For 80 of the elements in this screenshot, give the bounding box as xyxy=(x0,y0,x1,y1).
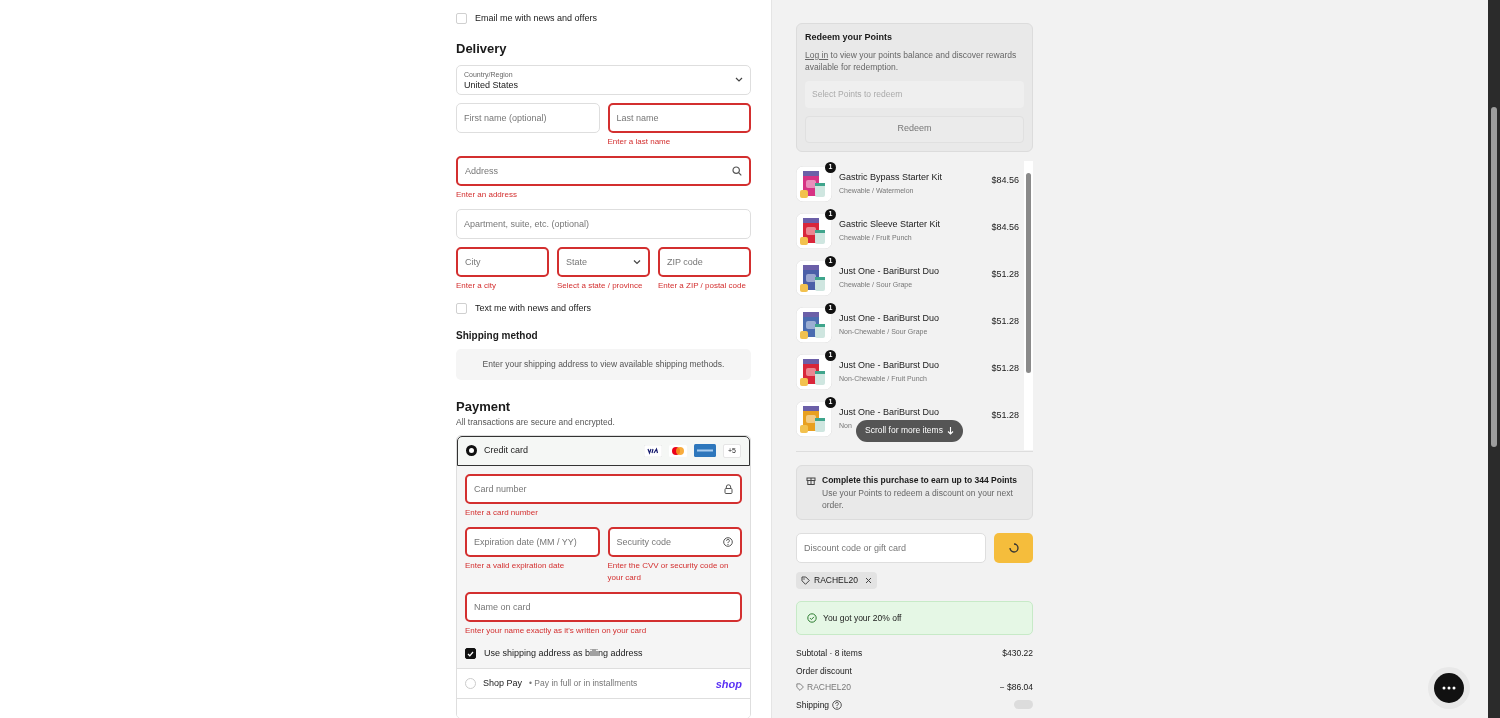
product-price: $51.28 xyxy=(991,408,1019,422)
input-field[interactable]: Last name xyxy=(607,102,751,133)
discount-code: RACHEL20 xyxy=(807,680,851,694)
product-name: Gastric Bypass Starter Kit xyxy=(839,170,943,184)
input-field[interactable]: Card number xyxy=(465,473,742,504)
product-name: Just One - BariBurst Duo xyxy=(839,358,940,372)
radio-button[interactable] xyxy=(466,445,477,457)
error-message: Enter the CVV or security code on your card xyxy=(607,559,730,584)
section-heading: Shipping method xyxy=(456,329,539,342)
check-icon xyxy=(467,650,474,657)
spinner-icon xyxy=(1008,543,1019,554)
summary-value: $430.22 xyxy=(1002,647,1033,660)
arrow-down-icon xyxy=(946,426,954,435)
close-icon xyxy=(864,577,872,585)
card-description: Log in to view your points balance and discover rewards available for redemption. xyxy=(805,48,1018,73)
checkbox-label: Email me with news and offers xyxy=(475,12,597,25)
tag-icon xyxy=(796,683,804,692)
chat-icon xyxy=(1442,686,1456,690)
summary-value: − $86.04 xyxy=(999,680,1033,694)
list-scrollbar[interactable] xyxy=(1024,160,1033,450)
section-subtitle: All transactions are secure and encrypted. xyxy=(456,416,616,429)
input-field[interactable]: Security code xyxy=(607,526,742,557)
product-price: $51.28 xyxy=(991,361,1019,375)
section-heading: Delivery xyxy=(456,40,508,57)
remove-button[interactable] xyxy=(864,577,872,585)
card-description: Use your Points to redeem a discount on your next order. xyxy=(822,487,1014,512)
shop-logo: shop xyxy=(715,676,742,692)
discount-field[interactable]: Discount code or gift card xyxy=(796,533,986,564)
select-field[interactable]: State xyxy=(557,246,650,277)
checkbox-label: Text me with news and offers xyxy=(475,301,591,315)
option-label: Shop Pay xyxy=(483,677,523,690)
error-message: Enter an address xyxy=(456,188,518,201)
product-price: $84.56 xyxy=(991,173,1019,187)
section-heading: Payment xyxy=(456,399,512,415)
error-message: Enter a last name xyxy=(607,135,672,148)
search-icon xyxy=(732,165,742,176)
scroll-hint[interactable]: Scroll for more items xyxy=(856,419,963,442)
card-title: Redeem your Points xyxy=(805,31,894,44)
error-message: Select a state / province xyxy=(557,279,644,292)
success-message: You got your 20% off xyxy=(823,611,902,625)
tag-label: RACHEL20 xyxy=(814,574,858,588)
lock-icon xyxy=(724,483,733,494)
card-logo-icon xyxy=(694,444,716,458)
product-price: $51.28 xyxy=(991,314,1019,328)
chevron-down-icon xyxy=(633,259,641,264)
summary-label: Subtotal · 8 items xyxy=(796,647,863,660)
gift-icon xyxy=(806,474,816,485)
scrollbar[interactable] xyxy=(1488,0,1500,718)
input-field[interactable]: Expiration date (MM / YY) xyxy=(465,526,600,557)
product-name: Gastric Sleeve Starter Kit xyxy=(839,217,941,231)
product-price: $51.28 xyxy=(991,267,1019,281)
product-price: $84.56 xyxy=(991,220,1019,234)
info-notice: Enter your shipping address to view available shipping methods. xyxy=(456,349,751,380)
card-title: Complete this purchase to earn up to 344 Points xyxy=(822,473,1019,487)
product-name: Just One - BariBurst Duo xyxy=(839,264,940,278)
error-message: Enter a card number xyxy=(465,506,539,519)
help-icon xyxy=(832,699,843,710)
input-field[interactable]: ZIP code xyxy=(658,246,751,277)
input-field[interactable]: Address xyxy=(456,155,751,186)
chevron-down-icon xyxy=(735,77,743,82)
tag-icon xyxy=(801,576,810,586)
checkbox[interactable] xyxy=(465,648,476,659)
help-icon xyxy=(723,536,733,547)
card-logo-icon xyxy=(669,444,687,457)
input-field[interactable]: Name on card xyxy=(465,591,742,622)
option-note: • Pay in full or in installments xyxy=(529,677,638,691)
card-logo-icon xyxy=(644,444,662,457)
summary-label: Shipping xyxy=(796,698,830,712)
error-message: Enter a ZIP / postal code xyxy=(658,279,747,292)
checkbox-label: Use shipping address as billing address xyxy=(484,646,643,660)
product-name: Just One - BariBurst Duo xyxy=(839,405,940,419)
option-label: Credit card xyxy=(484,444,528,457)
check-circle-icon xyxy=(807,613,817,624)
error-message: Enter a valid expiration date xyxy=(465,559,566,572)
summary-label: Order discount xyxy=(796,665,852,678)
product-name: Just One - BariBurst Duo xyxy=(839,311,940,325)
input-field[interactable]: City xyxy=(456,246,549,277)
error-message: Enter a city xyxy=(456,279,497,292)
error-message: Enter your name exactly as it's written on your card xyxy=(465,624,648,637)
apply-button[interactable] xyxy=(994,533,1033,564)
